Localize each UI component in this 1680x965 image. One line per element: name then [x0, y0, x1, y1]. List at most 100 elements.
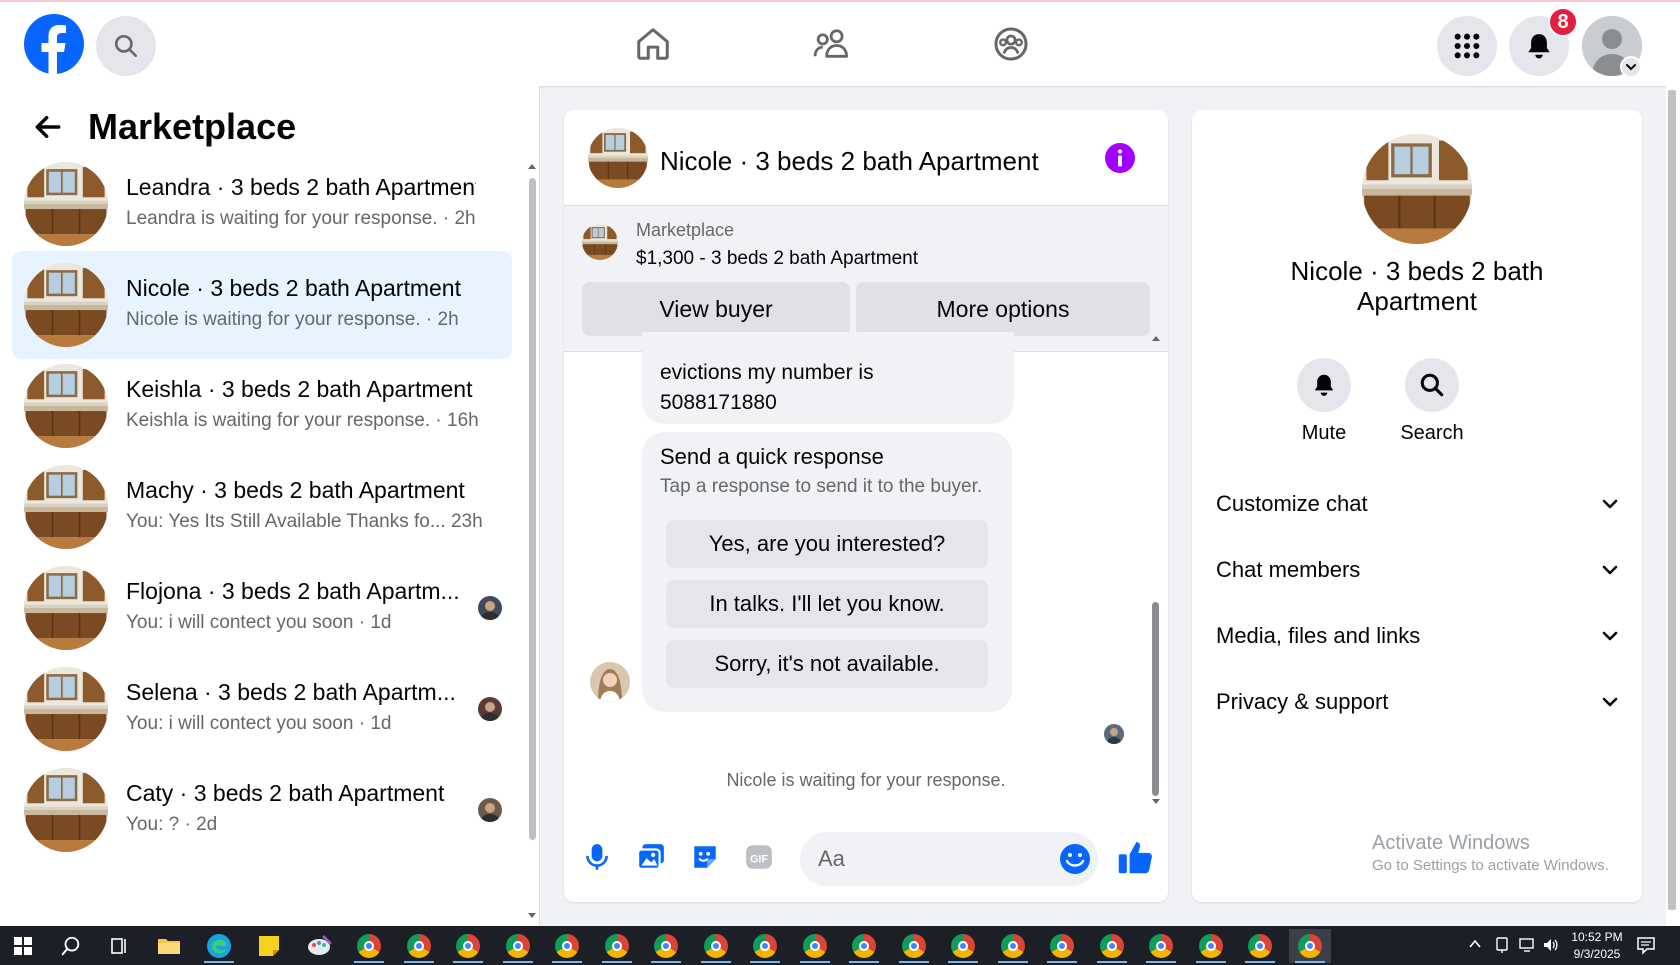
facebook-logo-icon[interactable] [24, 14, 84, 74]
network-icon[interactable] [1518, 936, 1536, 954]
taskbar-chrome-window[interactable] [1041, 929, 1083, 963]
listing-thumbnail[interactable] [582, 224, 618, 260]
taskbar-edge[interactable] [198, 929, 240, 963]
conversation-item[interactable]: Caty · 3 beds 2 bath Apartment You: ? · 2… [12, 756, 512, 864]
taskbar-chrome-window[interactable] [1190, 929, 1232, 963]
taskbar-chrome-window[interactable] [645, 929, 687, 963]
taskbar-chrome-window[interactable] [942, 929, 984, 963]
scroll-up-arrow-icon[interactable] [527, 162, 537, 170]
home-nav-button[interactable] [631, 22, 675, 66]
conversation-item[interactable]: Selena · 3 beds 2 bath Apartm... You: i w… [12, 655, 512, 763]
voice-clip-button[interactable] [580, 840, 614, 874]
emoji-button[interactable] [1058, 842, 1092, 876]
taskbar-chrome-window[interactable] [546, 929, 588, 963]
page-scroll-thumb[interactable] [1668, 90, 1676, 910]
send-like-button[interactable] [1116, 838, 1154, 876]
accordion-chat-members[interactable]: Chat members [1216, 550, 1620, 590]
taskbar-chrome-window[interactable] [398, 929, 440, 963]
sender-avatar[interactable] [590, 662, 630, 702]
taskbar-sticky-notes[interactable] [248, 929, 290, 963]
search-action[interactable]: Search [1382, 358, 1482, 445]
gif-button[interactable]: GIF [742, 840, 776, 874]
listing-card: Marketplace $1,300 - 3 beds 2 bath Apart… [564, 206, 1168, 352]
mute-label: Mute [1301, 422, 1347, 444]
sticker-button[interactable] [688, 840, 722, 874]
message-input[interactable] [800, 832, 1098, 886]
action-center-button[interactable] [1636, 935, 1656, 955]
conversation-item[interactable]: Machy · 3 beds 2 bath Apartment You: Yes … [12, 453, 512, 561]
taskbar-chrome-window[interactable] [447, 929, 489, 963]
clock-time[interactable]: 10:52 PM [1566, 930, 1628, 944]
conversation-title: Nicole · 3 beds 2 bath Apartment [126, 275, 461, 301]
thumbs-up-icon [1116, 838, 1154, 876]
search-in-chat-button[interactable] [1405, 358, 1459, 412]
taskbar-chrome-window[interactable] [695, 929, 737, 963]
chrome-browser-icon [604, 934, 629, 958]
search-button[interactable] [96, 16, 156, 76]
chrome-browser-icon [406, 934, 431, 958]
quick-reply-interested[interactable]: Yes, are you interested? [666, 520, 988, 568]
clock-date[interactable]: 9/3/2025 [1566, 947, 1628, 961]
taskbar-file-explorer[interactable] [148, 929, 190, 963]
friends-nav-button[interactable] [810, 22, 854, 66]
chat-scroll-thumb[interactable] [1152, 602, 1159, 796]
conversation-item[interactable]: Leandra · 3 beds 2 bath Apartment Leandra… [12, 150, 512, 258]
view-buyer-button[interactable]: View buyer [582, 282, 850, 336]
active-indicator [948, 961, 978, 963]
chat-scroll-up-icon[interactable] [1151, 334, 1161, 342]
conversation-item[interactable]: Flojona · 3 beds 2 bath Apartm... You: i … [12, 554, 512, 662]
active-indicator [453, 961, 483, 963]
mute-button[interactable] [1297, 358, 1351, 412]
more-options-button[interactable]: More options [856, 282, 1150, 336]
groups-nav-button[interactable] [989, 22, 1033, 66]
scroll-down-arrow-icon[interactable] [527, 912, 537, 920]
taskbar-search-button[interactable] [50, 929, 92, 963]
chat-listing-thumbnail[interactable] [588, 128, 648, 188]
volume-icon[interactable] [1542, 936, 1560, 954]
accordion-customize-chat[interactable]: Customize chat [1216, 484, 1620, 524]
sidebar-scroll-thumb[interactable] [529, 178, 536, 840]
back-button[interactable] [28, 107, 68, 147]
accordion-privacy-support[interactable]: Privacy & support [1216, 682, 1620, 722]
taskbar-chrome-window[interactable] [992, 929, 1034, 963]
quick-reply-in-talks[interactable]: In talks. I'll let you know. [666, 580, 988, 628]
taskbar-chrome-window[interactable] [348, 929, 390, 963]
taskbar-chrome-window[interactable] [1288, 929, 1331, 963]
taskbar-chrome-window[interactable] [497, 929, 539, 963]
smiley-icon [1058, 842, 1092, 876]
gif-icon: GIF [744, 842, 774, 872]
taskbar-app-paint[interactable] [298, 929, 340, 963]
info-icon[interactable] [1104, 142, 1136, 174]
listing-price-title[interactable]: $1,300 - 3 beds 2 bath Apartment [636, 248, 918, 270]
attach-photo-button[interactable] [634, 840, 668, 874]
message-composer: GIF [564, 812, 1168, 902]
menu-button[interactable] [1437, 16, 1497, 76]
tray-device-icon[interactable] [1494, 936, 1510, 954]
task-view-button[interactable] [98, 929, 140, 963]
conversation-item[interactable]: Keishla · 3 beds 2 bath Apartment Keishla… [12, 352, 512, 460]
taskbar-chrome-window[interactable] [843, 929, 885, 963]
taskbar-chrome-window[interactable] [794, 929, 836, 963]
account-caret-button[interactable] [1620, 56, 1642, 78]
taskbar-chrome-window[interactable] [1091, 929, 1133, 963]
taskbar-chrome-window[interactable] [744, 929, 786, 963]
chrome-browser-icon [1000, 934, 1025, 958]
taskbar-chrome-window[interactable] [893, 929, 935, 963]
accordion-media-files-links[interactable]: Media, files and links [1216, 616, 1620, 656]
quick-reply-not-available[interactable]: Sorry, it's not available. [666, 640, 988, 688]
start-button[interactable] [2, 929, 44, 963]
mute-action[interactable]: Mute [1274, 358, 1374, 445]
conversation-item[interactable]: Nicole · 3 beds 2 bath Apartment Nicole i… [12, 251, 512, 359]
taskbar-chrome-window[interactable] [596, 929, 638, 963]
conversation-title: Flojona · 3 beds 2 bath Apartm... [126, 578, 460, 604]
chat-title[interactable]: Nicole · 3 beds 2 bath Apartment [660, 146, 1039, 177]
active-indicator [1245, 961, 1275, 963]
chrome-browser-icon [555, 934, 579, 958]
show-hidden-icons-button[interactable] [1468, 937, 1482, 951]
chat-scroll-down-icon[interactable] [1151, 798, 1161, 806]
quick-response-title: Send a quick response [660, 444, 884, 469]
chrome-browser-icon [357, 934, 381, 958]
info-listing-thumbnail[interactable] [1362, 134, 1472, 244]
taskbar-chrome-window[interactable] [1140, 929, 1182, 963]
taskbar-chrome-window[interactable] [1239, 929, 1281, 963]
